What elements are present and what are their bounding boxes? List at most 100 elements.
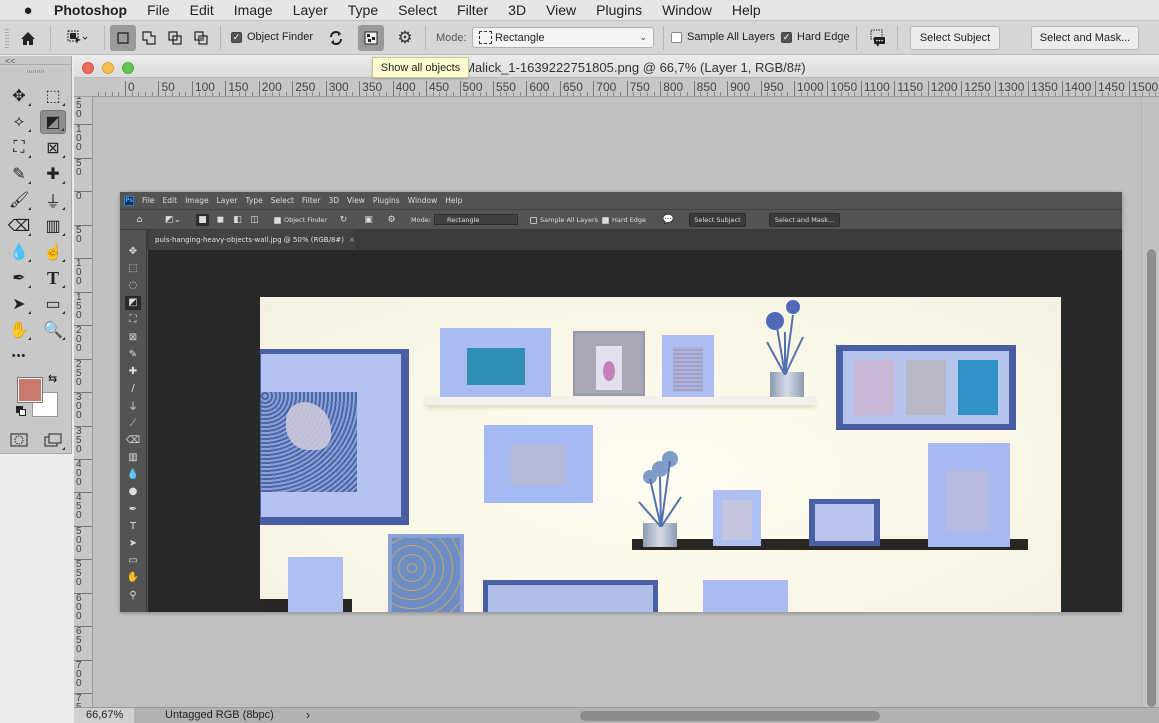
intersect-selection-button[interactable] <box>188 25 214 51</box>
foreground-color-swatch[interactable] <box>18 378 42 402</box>
zoom-window-button[interactable] <box>122 62 134 74</box>
ruler-minor-tick <box>452 92 454 96</box>
menu-edit[interactable]: Edit <box>190 2 214 18</box>
subtract-from-selection-button[interactable] <box>162 25 188 51</box>
polygonal-lasso-tool-icon: ⟡ <box>13 113 25 130</box>
horizontal-scrollbar-thumb[interactable] <box>580 711 880 721</box>
select-and-mask-button[interactable]: Select and Mask... <box>1031 26 1139 50</box>
close-window-button[interactable] <box>82 62 94 74</box>
eraser-tool-button[interactable]: ⌫ <box>6 214 32 238</box>
vertical-ruler[interactable]: 1501005005010015020025030035040045050055… <box>74 97 93 707</box>
separator <box>50 26 51 50</box>
ruler-minor-tick <box>620 92 622 96</box>
inner-tool-icon: / <box>131 383 135 395</box>
hand-tool-button[interactable]: ✋ <box>6 318 32 342</box>
menu-plugins[interactable]: Plugins <box>596 2 642 18</box>
panel-grip[interactable] <box>27 70 45 73</box>
polygonal-lasso-tool-button[interactable]: ⟡ <box>6 110 32 134</box>
minimize-window-button[interactable] <box>102 62 114 74</box>
healing-brush-tool-button[interactable]: ✚ <box>40 162 66 186</box>
inner-tool-icon: ✎ <box>128 348 138 360</box>
pen-tool-button[interactable]: ✒ <box>6 266 32 290</box>
sample-all-layers-checkbox[interactable]: Sample All Layers <box>671 31 775 43</box>
rectangle-tool-icon: ▭ <box>45 296 61 313</box>
vertical-scrollbar-thumb[interactable] <box>1147 249 1156 707</box>
zoom-level-field[interactable]: 66,67% <box>74 708 134 723</box>
inner-tools-panel: ✥ ⬚ ◌ ◩ ⛶ ⊠ ✎ ✚ / ⏚ ⟋ ⌫ ▥ 💧 ● ✒ T ➤ ▭ ✋ ⚲ <box>120 230 147 612</box>
ruler-tick-label: 400 <box>74 458 92 487</box>
frame-tool-button[interactable]: ⊠ <box>40 136 66 160</box>
frame-tall-right <box>928 443 1010 547</box>
quick-mask-button[interactable] <box>6 428 32 452</box>
ruler-tick-label: 100 <box>74 124 92 153</box>
move-tool-button[interactable]: ✥ <box>6 84 32 108</box>
tool-preset-picker[interactable] <box>58 25 98 51</box>
show-all-objects-button[interactable] <box>358 25 384 51</box>
ruler-minor-tick <box>399 92 401 96</box>
ruler-minor-tick <box>466 92 468 96</box>
mode-select[interactable]: Rectangle ⌄ <box>472 27 654 48</box>
menu-app-name[interactable]: Photoshop <box>54 2 127 18</box>
object-selection-tool-button[interactable]: ◩ <box>40 110 66 134</box>
menu-file[interactable]: File <box>147 2 170 18</box>
frame-crackle-pattern <box>713 490 761 546</box>
rectangle-mode-icon <box>479 31 492 44</box>
default-colors-icon[interactable] <box>16 406 26 416</box>
rectangle-tool-button[interactable]: ▭ <box>40 292 66 316</box>
crop-tool-button[interactable]: ⛶ <box>6 136 32 160</box>
wall-shelves-photo <box>260 297 1061 612</box>
ruler-minor-tick <box>606 92 608 96</box>
ruler-minor-tick <box>1021 92 1023 96</box>
menu-3d[interactable]: 3D <box>508 2 526 18</box>
refresh-object-finder-button[interactable] <box>323 25 349 51</box>
feedback-button[interactable] <box>865 25 891 51</box>
inner-tool-icon: ⌫ <box>125 434 141 446</box>
menu-view[interactable]: View <box>546 2 576 18</box>
add-to-selection-button[interactable] <box>136 25 162 51</box>
swap-colors-icon[interactable]: ⇆ <box>48 372 57 385</box>
home-button[interactable] <box>15 25 41 51</box>
hard-edge-checkbox[interactable]: ✓ Hard Edge <box>781 31 850 43</box>
photoshop-screen: ● Photoshop File Edit Image Layer Type S… <box>0 0 1159 723</box>
rectangular-marquee-tool-button[interactable]: ⬚ <box>40 84 66 108</box>
blur-tool-button[interactable]: 💧 <box>6 240 32 264</box>
menu-help[interactable]: Help <box>732 2 761 18</box>
ruler-tick-label: 1300 <box>994 81 1024 96</box>
menu-type[interactable]: Type <box>348 2 378 18</box>
ruler-tick-label: 650 <box>74 626 92 655</box>
screen-mode-button[interactable] <box>40 428 66 452</box>
type-tool-button[interactable]: T <box>40 266 66 290</box>
menu-window[interactable]: Window <box>662 2 712 18</box>
smudge-tool-button[interactable]: ☝ <box>40 240 66 264</box>
menu-select[interactable]: Select <box>398 2 437 18</box>
vertical-scrollbar[interactable] <box>1141 97 1159 707</box>
zoom-tool-button[interactable]: 🔍 <box>40 318 66 342</box>
ruler-minor-tick <box>653 92 655 96</box>
object-finder-checkbox[interactable]: ✓ Object Finder <box>231 31 313 43</box>
ruler-minor-tick <box>486 92 488 96</box>
inner-tool-icon: ⏚ <box>128 402 138 414</box>
edit-toolbar-button[interactable]: ••• <box>6 344 32 368</box>
settings-button[interactable]: ⚙ <box>392 25 418 51</box>
menu-filter[interactable]: Filter <box>457 2 488 18</box>
horizontal-ruler[interactable]: 0 50 100 150 200 250 300 350 400 450 500 550 600 650 7… <box>74 78 1159 97</box>
status-bar: 66,67% Untagged RGB (8bpc) › <box>74 707 1159 723</box>
new-selection-button[interactable] <box>110 25 136 51</box>
ruler-minor-tick <box>633 92 635 96</box>
menu-image[interactable]: Image <box>234 2 273 18</box>
ruler-minor-tick <box>171 92 173 96</box>
brush-tool-button[interactable]: 🖌 <box>6 188 32 212</box>
tooltip: Show all objects <box>372 57 469 78</box>
clone-stamp-tool-button[interactable]: ⏚ <box>40 188 66 212</box>
separator <box>104 26 105 50</box>
options-bar-grip[interactable] <box>5 29 9 49</box>
apple-logo-icon[interactable]: ● <box>18 2 38 19</box>
menu-layer[interactable]: Layer <box>293 2 328 18</box>
document-title-bar[interactable]: dMalick_1-1639222751805.png @ 66,7% (Lay… <box>74 56 1159 78</box>
gradient-tool-button[interactable]: ▥ <box>40 214 66 238</box>
status-menu-arrow[interactable]: › <box>306 708 310 722</box>
path-selection-tool-button[interactable]: ➤ <box>6 292 32 316</box>
select-subject-button[interactable]: Select Subject <box>910 26 1000 50</box>
ruler-minor-tick <box>339 92 341 96</box>
eyedropper-tool-button[interactable]: ✎ <box>6 162 32 186</box>
